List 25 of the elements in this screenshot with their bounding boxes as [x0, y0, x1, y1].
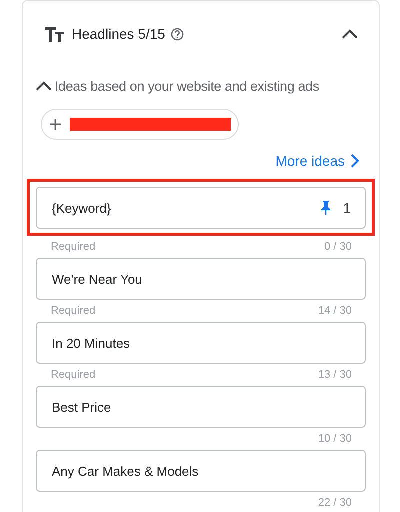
help-icon[interactable]	[171, 28, 184, 40]
more-ideas-link[interactable]: More ideas	[276, 151, 360, 171]
headline-field[interactable]: In 20 Minutes	[36, 322, 366, 364]
helper-text: Required	[51, 369, 96, 381]
idea-chip[interactable]	[41, 109, 239, 140]
headline-field[interactable]: Any Car Makes & Models	[36, 450, 366, 492]
character-counter: 0 / 30	[324, 241, 352, 253]
headline-field[interactable]: {Keyword} 1	[36, 187, 366, 229]
character-counter: 13 / 30	[318, 369, 352, 381]
panel-title: Headlines 5/15	[72, 26, 166, 42]
pin-icon[interactable]	[321, 201, 332, 215]
character-counter: 10 / 30	[318, 433, 352, 445]
headline-field[interactable]: We're Near You	[36, 258, 366, 300]
helper-text: Required	[51, 241, 96, 253]
text-size-icon	[45, 26, 64, 42]
ideas-label: Ideas based on your website and existing ads	[55, 78, 320, 94]
headline-field[interactable]: Best Price	[36, 386, 366, 428]
collapse-chevron-icon[interactable]	[36, 81, 52, 91]
character-counter: 14 / 30	[318, 305, 352, 317]
chevron-right-icon	[351, 154, 360, 168]
collapse-chevron-icon[interactable]	[342, 29, 358, 39]
plus-icon	[50, 119, 61, 130]
pin-position: 1	[343, 200, 351, 216]
helper-text: Required	[51, 305, 96, 317]
character-counter: 22 / 30	[318, 497, 352, 509]
